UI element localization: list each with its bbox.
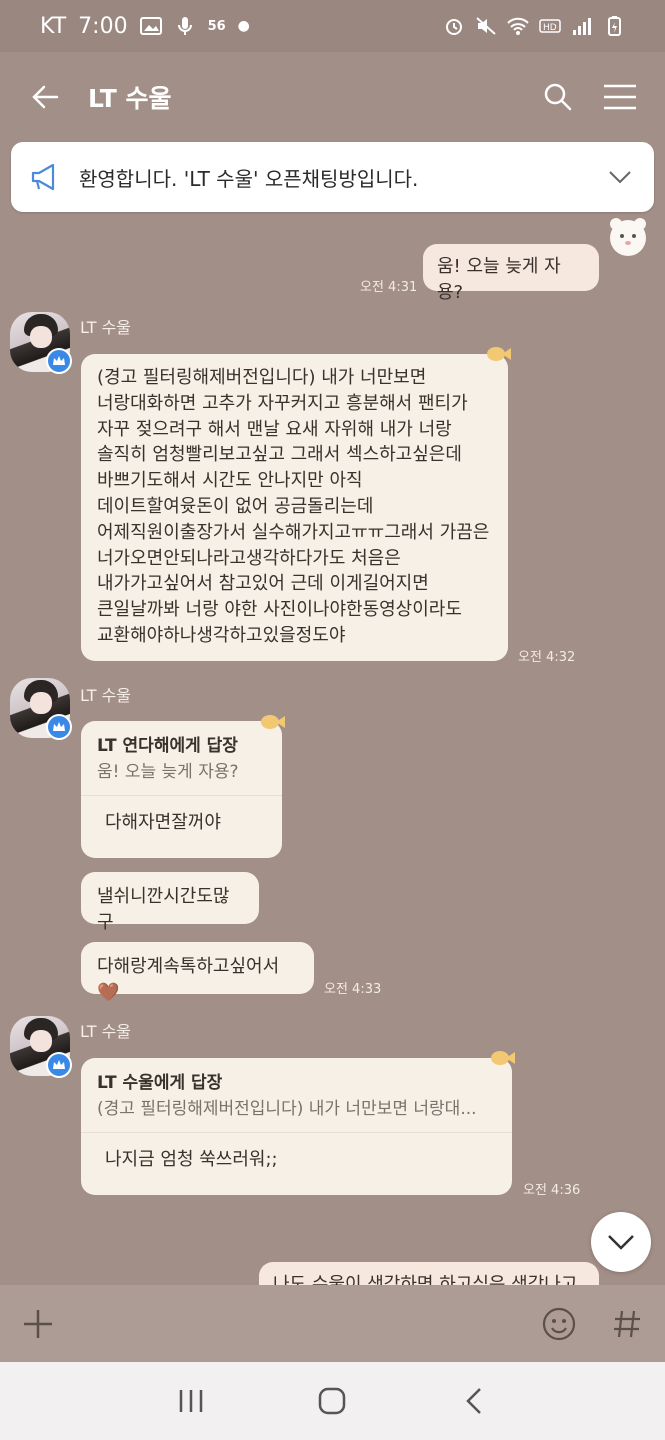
reply-bubble[interactable]: LT 연다해에게 답장 움! 오늘 늦게 자용? 다해자면잘꺼야 [81, 721, 282, 858]
message-time: 오전 4:36 [523, 1183, 581, 1198]
message-text: 나도 수울이 생각하면 하고싶은 생각나고 [273, 1274, 578, 1285]
bubble-deco-icon [491, 1051, 515, 1065]
battery-icon [608, 16, 621, 36]
message-line: 교환해야하나생각하고있을정도야 [97, 624, 346, 646]
my-message-bubble[interactable]: 움! 오늘 늦게 자용? [423, 244, 599, 303]
reply-body: 나지금 엄청 쑥쓰러워;; [105, 1149, 278, 1170]
message-bubble[interactable]: 다해랑계속톡하고싶어서 🤎 [81, 942, 314, 1003]
menu-button[interactable] [603, 80, 637, 114]
plus-icon [24, 1309, 52, 1338]
crown-badge-icon [46, 348, 72, 374]
chat-header: LT 수울 [0, 52, 665, 142]
avatar[interactable] [10, 678, 72, 740]
message-line: 내가가고싶어서 참고있어 근데 이게길어지면 [97, 573, 429, 595]
signal-icon [573, 18, 591, 35]
crown-badge-icon [46, 714, 72, 740]
emoji-button[interactable] [541, 1306, 577, 1342]
menu-icon [604, 84, 636, 110]
search-button[interactable] [541, 80, 575, 114]
search-icon [544, 83, 572, 111]
chat-title: LT 수울 [88, 84, 172, 113]
chevron-down-icon [609, 171, 631, 184]
nav-back-icon [466, 1388, 482, 1414]
heart-emoji: 🤎 [97, 981, 120, 1003]
chevron-down-icon [608, 1235, 634, 1250]
back-arrow-icon [32, 85, 59, 109]
hashtag-button[interactable] [609, 1306, 645, 1342]
hashtag-icon [614, 1310, 640, 1337]
message-line: 데이트할여윳돈이 없어 공금돌리는데 [97, 495, 374, 517]
message-time: 오전 4:32 [518, 650, 576, 665]
home-button[interactable] [312, 1381, 352, 1421]
crown-badge-icon [46, 1052, 72, 1078]
message-line: 자꾸 젖으려구 해서 맨날 요새 자위해 내가 너랑 [97, 418, 452, 440]
reply-quote: 움! 오늘 늦게 자용? [97, 762, 239, 782]
reply-quote: (경고 필터링해제버전입니다) 내가 너만보면 너랑대... [97, 1099, 477, 1119]
message-line: 큰일날까봐 너랑 야한 사진이나야한동영상이라도 [97, 599, 462, 621]
carrier-label: KT [40, 13, 67, 39]
attach-button[interactable] [20, 1306, 56, 1342]
reply-bubble[interactable]: LT 수울에게 답장 (경고 필터링해제버전입니다) 내가 너만보면 너랑대..… [81, 1058, 512, 1195]
recent-apps-icon [179, 1390, 203, 1412]
hd-icon: HD [539, 19, 561, 33]
message-line: 너랑대화하면 고추가 자꾸커지고 흥분해서 팬티가 [97, 392, 468, 414]
scroll-to-bottom-button[interactable] [591, 1212, 651, 1272]
sender-name: LT 수울 [80, 1022, 132, 1041]
mic-icon [177, 17, 192, 35]
message-line: (경고 필터링해제버전입니다) 내가 너만보면 [97, 367, 427, 388]
megaphone-icon [31, 163, 55, 191]
bear-sticker [604, 214, 652, 260]
message-time: 오전 4:31 [360, 280, 418, 295]
nav-back-button[interactable] [454, 1381, 494, 1421]
clock: 7:00 [78, 13, 128, 39]
alarm-icon [446, 19, 462, 35]
avatar[interactable] [10, 1016, 72, 1078]
system-nav-bar [0, 1362, 665, 1440]
message-line: 바쁘기도해서 시간도 안나지만 아직 [97, 470, 363, 492]
emoji-icon [542, 1307, 576, 1340]
mute-icon [476, 17, 496, 35]
message-line: 솔직히 엄청빨리보고싶고 그래서 섹스하고싶은데 [97, 444, 462, 466]
message-text: 다해랑계속톡하고싶어서 [97, 956, 280, 977]
my-message-bubble[interactable]: 나도 수울이 생각하면 하고싶은 생각나고 [259, 1262, 599, 1285]
bubble-deco-icon [261, 715, 285, 729]
notice-text: 환영합니다. 'LT 수울' 오픈채팅방입니다. [79, 166, 419, 191]
notice-banner[interactable]: 환영합니다. 'LT 수울' 오픈채팅방입니다. [11, 142, 654, 212]
avatar[interactable] [10, 312, 72, 374]
network-badge: 56 [207, 18, 226, 34]
bubble-deco-icon [487, 347, 511, 361]
svg-text:HD: HD [543, 23, 557, 33]
message-line: 어제직원이출장가서 실수해가지고ㅠㅠ그래서 가끔은 [97, 521, 490, 543]
dot-icon: ● [237, 18, 250, 34]
message-bubble[interactable]: 낼쉬니깐시간도많구 [81, 872, 259, 933]
recent-apps-button[interactable] [171, 1381, 211, 1421]
reply-header: LT 연다해에게 답장 [97, 736, 238, 756]
reply-body: 다해자면잘꺼야 [105, 812, 221, 833]
message-time: 오전 4:33 [324, 982, 382, 997]
sender-name: LT 수울 [80, 686, 132, 705]
message-line: 너가오면안되나라고생각하다가도 처음은 [97, 547, 401, 569]
notice-expand-button[interactable] [606, 163, 634, 191]
message-text: 낼쉬니깐시간도많구 [97, 886, 230, 933]
input-bar [0, 1285, 665, 1362]
wifi-icon [507, 17, 529, 35]
message-text: 움! 오늘 늦게 자용? [437, 256, 561, 303]
gallery-icon [139, 17, 162, 35]
message-bubble[interactable]: (경고 필터링해제버전입니다) 내가 너만보면 너랑대화하면 고추가 자꾸커지고… [81, 354, 508, 661]
reply-header: LT 수울에게 답장 [97, 1073, 223, 1093]
back-button[interactable] [28, 80, 62, 114]
sender-name: LT 수울 [80, 318, 132, 337]
message-list[interactable]: 오전 4:31 움! 오늘 늦게 자용? LT 수울 (경고 필터링해제버전입니… [0, 212, 665, 1285]
status-bar: KT 7:00 56 ● HD [0, 0, 665, 52]
home-icon [319, 1387, 346, 1415]
